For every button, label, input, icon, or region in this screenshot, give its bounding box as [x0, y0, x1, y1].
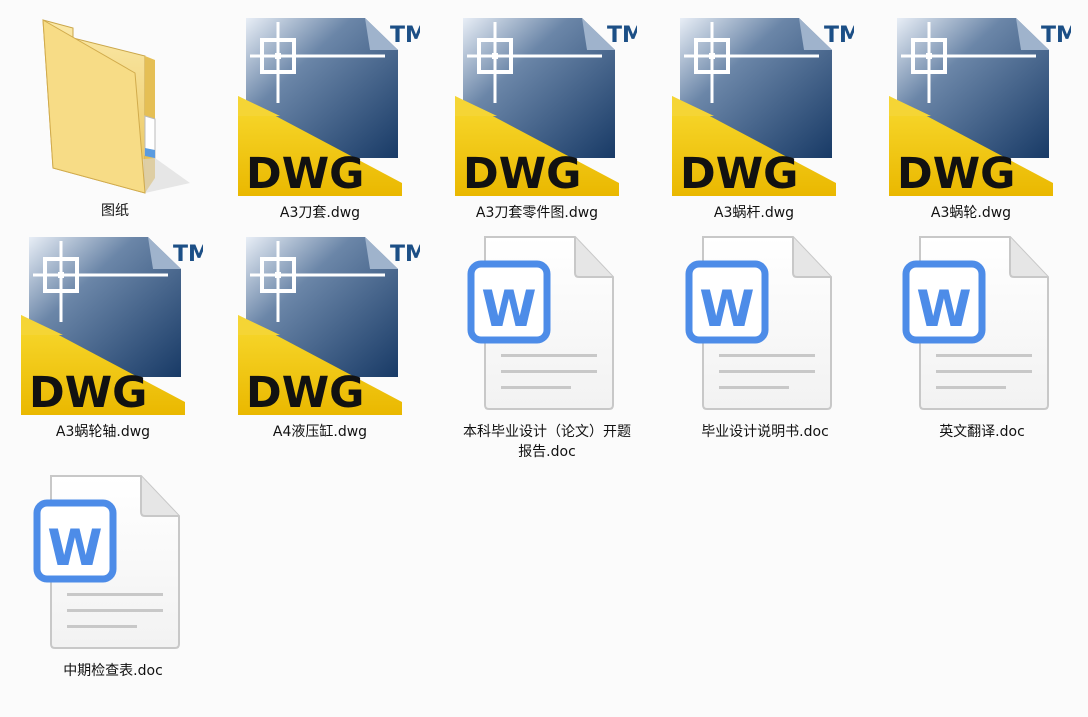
- file-item-doc[interactable]: W 英文翻译.doc: [882, 227, 1082, 445]
- tm-mark: TM: [390, 23, 420, 48]
- file-name: A3蜗杆.dwg: [713, 205, 795, 221]
- file-item-dwg[interactable]: DWG TM A4液压缸.dwg: [220, 227, 420, 445]
- file-item-dwg[interactable]: DWG TM A3蜗杆.dwg: [654, 8, 854, 226]
- dwg-badge-text: DWG: [246, 149, 364, 199]
- file-name: 中期检查表.doc: [63, 663, 163, 679]
- dwg-badge-text: DWG: [463, 149, 581, 199]
- dwg-file-icon: DWG TM: [871, 8, 1071, 203]
- file-name: 毕业设计说明书.doc: [701, 424, 829, 440]
- dwg-badge-text: DWG: [29, 368, 147, 418]
- file-name: A3蜗轮轴.dwg: [55, 424, 151, 440]
- tm-mark: TM: [390, 242, 420, 267]
- word-letter: W: [47, 519, 102, 577]
- file-item-doc[interactable]: W 本科毕业设计（论文）开题 报告.doc: [447, 227, 647, 460]
- dwg-file-icon: DWG TM: [3, 227, 203, 422]
- word-doc-icon: W: [13, 466, 213, 661]
- dwg-badge-text: DWG: [246, 368, 364, 418]
- file-name-line2: 报告.doc: [518, 444, 576, 460]
- file-name: 图纸: [101, 203, 129, 219]
- word-letter: W: [916, 280, 971, 338]
- file-name: 本科毕业设计（论文）开题 报告.doc: [447, 422, 647, 462]
- file-item-dwg[interactable]: DWG TM A3蜗轮轴.dwg: [3, 227, 203, 445]
- file-item-dwg[interactable]: DWG TM A3刀套零件图.dwg: [437, 8, 637, 226]
- word-letter: W: [699, 280, 754, 338]
- file-item-doc[interactable]: W 中期检查表.doc: [13, 466, 213, 684]
- file-item-dwg[interactable]: DWG TM A3蜗轮.dwg: [871, 8, 1071, 226]
- tm-mark: TM: [607, 23, 637, 48]
- file-item-dwg[interactable]: DWG TM A3刀套.dwg: [220, 8, 420, 226]
- dwg-badge-text: DWG: [897, 149, 1015, 199]
- tm-mark: TM: [173, 242, 203, 267]
- folder-icon: [15, 8, 215, 203]
- dwg-file-icon: DWG TM: [220, 8, 420, 203]
- file-name: A3刀套零件图.dwg: [475, 205, 599, 221]
- file-name: A3蜗轮.dwg: [930, 205, 1012, 221]
- tm-mark: TM: [824, 23, 854, 48]
- dwg-file-icon: DWG TM: [220, 227, 420, 422]
- word-doc-icon: W: [665, 227, 865, 422]
- file-name-line1: 本科毕业设计（论文）开题: [463, 424, 631, 440]
- dwg-badge-text: DWG: [680, 149, 798, 199]
- file-name: A3刀套.dwg: [279, 205, 361, 221]
- dwg-file-icon: DWG TM: [437, 8, 637, 203]
- word-doc-icon: W: [447, 227, 647, 422]
- file-item-doc[interactable]: W 毕业设计说明书.doc: [665, 227, 865, 445]
- file-name: A4液压缸.dwg: [272, 424, 368, 440]
- tm-mark: TM: [1041, 23, 1071, 48]
- word-letter: W: [481, 280, 536, 338]
- word-doc-icon: W: [882, 227, 1082, 422]
- file-item-folder[interactable]: 图纸: [15, 8, 215, 226]
- dwg-file-icon: DWG TM: [654, 8, 854, 203]
- file-name: 英文翻译.doc: [939, 424, 1025, 440]
